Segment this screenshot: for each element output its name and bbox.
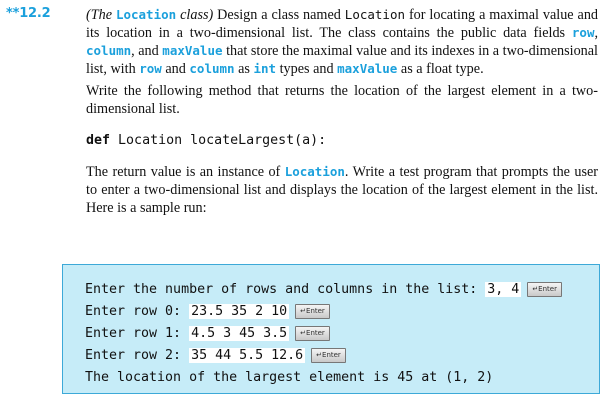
desc-text-6: as	[238, 61, 250, 77]
exercise-body: (The Location class) Design a class name…	[86, 6, 598, 221]
maxvalue-field-2: maxValue	[337, 61, 398, 76]
int-type: int	[253, 61, 277, 76]
maxvalue-field: maxValue	[162, 43, 223, 58]
location-class-ref: Location	[344, 7, 406, 22]
method-signature: def Location locateLargest(a):	[86, 133, 598, 148]
enter-key-icon: ↵Enter	[311, 347, 346, 363]
test-program-description: The return value is an instance of Locat…	[86, 163, 598, 217]
prompt-text: Enter the number of rows and columns in …	[85, 282, 486, 297]
user-input: 35 44 5.5 12.6	[189, 348, 306, 363]
exercise-title-prefix: (The	[86, 7, 116, 23]
desc-text-7: types and	[279, 61, 334, 77]
prompt-text: Enter row 2:	[85, 348, 190, 363]
signature-text: Location locateLargest(a):	[118, 133, 327, 148]
return-text-1: The return value is an instance of	[86, 164, 281, 180]
exercise-title-suffix: class)	[176, 7, 214, 23]
desc-text-3: , and	[131, 43, 159, 59]
output-text: The location of the largest element is 4…	[85, 370, 494, 385]
sample-run-line: Enter row 1: 4.5 3 45 3.5 ↵Enter	[85, 323, 562, 345]
sample-run-line: Enter row 0: 23.5 35 2 10 ↵Enter	[85, 301, 562, 323]
def-keyword: def	[86, 133, 111, 148]
desc-text-5: and	[165, 61, 186, 77]
sample-run-line: Enter the number of rows and columns in …	[85, 279, 562, 301]
sample-run-line: Enter row 2: 35 44 5.5 12.6 ↵Enter	[85, 345, 562, 367]
prompt-text: Enter row 0:	[85, 304, 190, 319]
location-class-name: Location	[115, 7, 177, 22]
row-field-2: row	[139, 61, 162, 76]
comma: ,	[594, 25, 599, 41]
enter-key-icon: ↵Enter	[527, 281, 562, 297]
column-field: column	[86, 43, 132, 58]
column-field-2: column	[189, 61, 235, 76]
exercise-description: (The Location class) Design a class name…	[86, 6, 598, 78]
prompt-text: Enter row 1:	[85, 326, 190, 341]
location-class-return: Location	[284, 164, 345, 179]
sample-run-output-line: The location of the largest element is 4…	[85, 367, 562, 389]
user-input: 3, 4	[485, 282, 522, 297]
desc-text-1: Design a class named	[217, 7, 341, 23]
user-input: 23.5 35 2 10	[189, 304, 290, 319]
enter-key-icon: ↵Enter	[295, 325, 330, 341]
desc-text-8: as a float type.	[400, 61, 484, 77]
row-field: row	[571, 25, 595, 40]
exercise-number: **12.2	[6, 6, 51, 21]
sample-run-lines: Enter the number of rows and columns in …	[85, 279, 562, 389]
method-instruction: Write the following method that returns …	[86, 83, 598, 117]
user-input: 4.5 3 45 3.5	[189, 326, 290, 341]
enter-key-icon: ↵Enter	[295, 303, 330, 319]
sample-run-box: Enter the number of rows and columns in …	[62, 264, 600, 394]
